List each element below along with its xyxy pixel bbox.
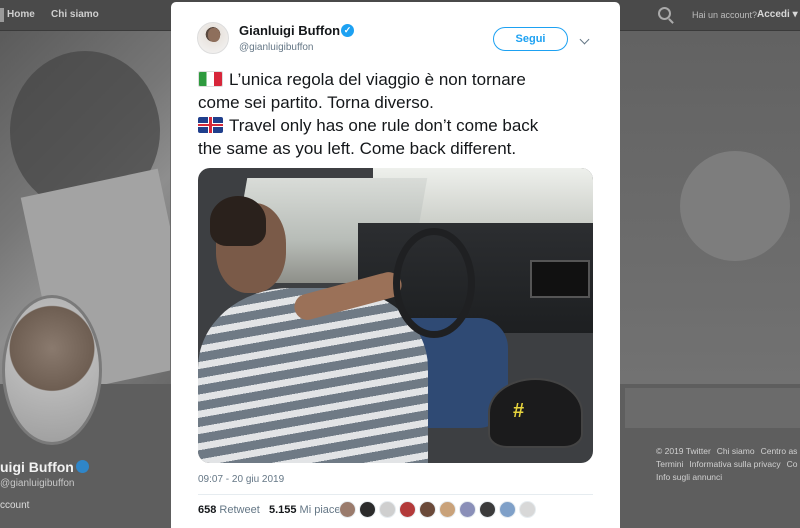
liker-avatar[interactable] (499, 501, 516, 518)
tweet-stats: 658 Retweet 5.155 Mi piace (198, 504, 341, 516)
like-label[interactable]: Mi piace (300, 504, 341, 516)
tweet-text-line: Travel only has one rule don’t come back (229, 116, 539, 135)
verified-badge-icon: ✓ (341, 24, 354, 37)
nav-about[interactable]: Chi siamo (51, 9, 99, 20)
footer-link[interactable]: Co (787, 459, 798, 469)
liker-avatar[interactable] (419, 501, 436, 518)
search-icon[interactable] (658, 7, 671, 20)
likers-avatars (339, 501, 539, 519)
footer-link[interactable]: © 2019 Twitter (656, 446, 711, 456)
italy-flag-icon (198, 71, 223, 87)
profile-name: uigi Buffon (0, 459, 74, 475)
follow-button[interactable]: Segui (493, 27, 568, 51)
footer-links: © 2019 Twitter Chi siamo Centro as Termini… (656, 445, 800, 484)
tweet-text: L’unica regola del viaggio è non tornare… (198, 68, 598, 160)
footer-link[interactable]: Chi siamo (717, 446, 755, 456)
footer-link[interactable]: Centro as (761, 446, 798, 456)
profile-cover-right (620, 31, 800, 384)
profile-avatar[interactable] (2, 295, 102, 445)
background-panel (625, 388, 800, 428)
account-prompt: Hai un account? (692, 10, 758, 20)
author-handle[interactable]: @gianluigibuffon (239, 42, 313, 53)
login-link[interactable]: Accedi ▾ (757, 9, 798, 20)
liker-avatar[interactable] (399, 501, 416, 518)
cap-logo-icon: # (513, 400, 525, 422)
author-avatar[interactable] (197, 22, 229, 54)
retweet-label[interactable]: Retweet (219, 504, 259, 516)
chevron-down-icon[interactable] (579, 34, 590, 45)
tweet-text-line: L’unica regola del viaggio è non tornare (229, 70, 526, 89)
footer-link[interactable]: Termini (656, 459, 683, 469)
footer-link[interactable]: Informativa sulla privacy (689, 459, 780, 469)
tweet-text-line: the same as you left. Come back differen… (198, 139, 517, 158)
tweet-text-line: come sei partito. Torna diverso. (198, 93, 434, 112)
like-count[interactable]: 5.155 (269, 504, 297, 516)
uk-flag-icon (198, 117, 223, 133)
liker-avatar[interactable] (479, 501, 496, 518)
divider (198, 494, 593, 495)
profile-handle: @gianluigibuffon (0, 478, 75, 489)
liker-avatar[interactable] (359, 501, 376, 518)
footer-link[interactable]: Info sugli annunci (656, 472, 722, 482)
verified-badge-icon (76, 460, 89, 473)
tweet-photo[interactable]: # (198, 168, 593, 463)
retweet-count[interactable]: 658 (198, 504, 216, 516)
profile-count-label: ccount (0, 500, 30, 511)
tweet-modal: Gianluigi Buffon ✓ @gianluigibuffon Segu… (171, 2, 620, 528)
tweet-timestamp[interactable]: 09:07 - 20 giu 2019 (198, 474, 284, 485)
nav-home[interactable]: Home (7, 9, 35, 20)
liker-avatar[interactable] (379, 501, 396, 518)
liker-avatar[interactable] (459, 501, 476, 518)
liker-avatar[interactable] (519, 501, 536, 518)
liker-avatar[interactable] (439, 501, 456, 518)
author-name[interactable]: Gianluigi Buffon (239, 23, 340, 38)
home-icon[interactable] (0, 8, 4, 22)
liker-avatar[interactable] (339, 501, 356, 518)
